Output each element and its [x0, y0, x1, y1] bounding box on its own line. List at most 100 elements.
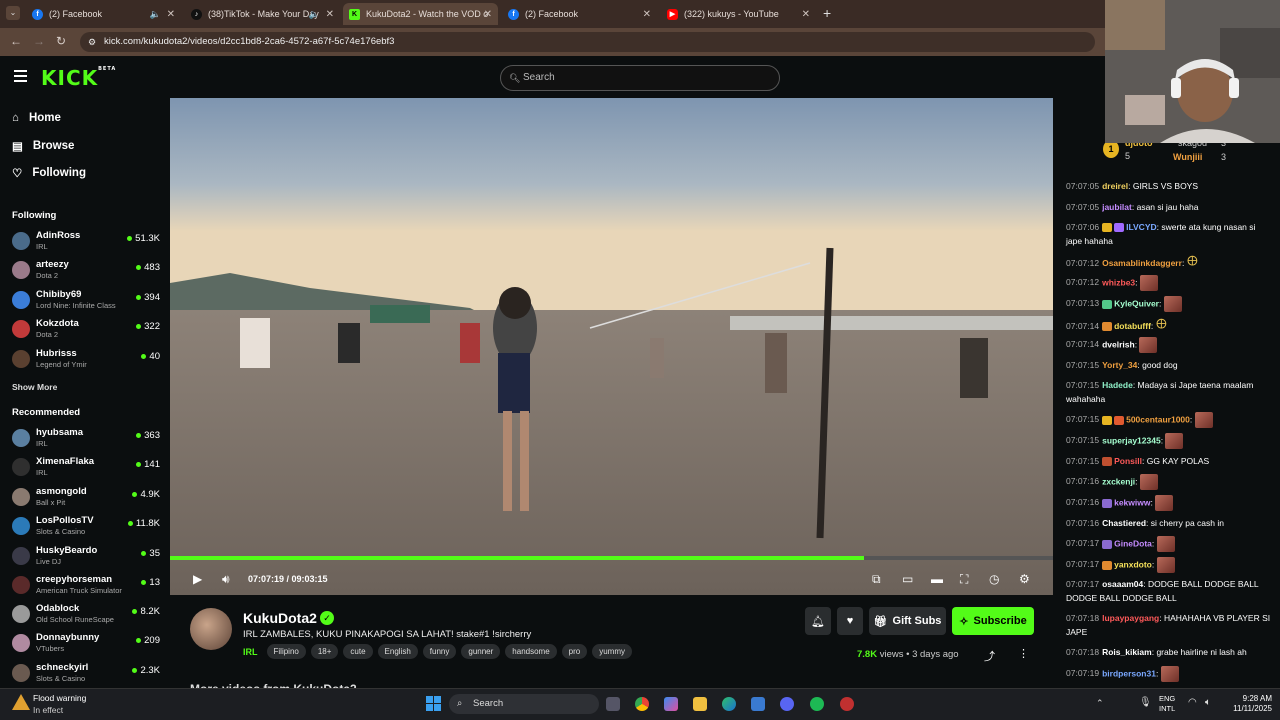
address-bar[interactable]: ⚙ kick.com/kukudota2/videos/d2cc1bd8-2ca…: [80, 32, 1095, 52]
chat-username[interactable]: GineDota: [1114, 538, 1152, 548]
file-explorer-icon[interactable]: [693, 697, 707, 711]
app-icon[interactable]: [840, 697, 854, 711]
recommended-channel[interactable]: asmongold Ball x Pit 4.9K: [12, 485, 160, 511]
chat-username[interactable]: Rois_kikiam: [1102, 647, 1152, 657]
volume-icon[interactable]: 🔊︎: [222, 572, 230, 587]
chat-username[interactable]: lupaypaygang: [1102, 613, 1159, 623]
channel-name[interactable]: KukuDota2: [243, 610, 317, 626]
close-tab-icon[interactable]: ✕: [167, 9, 175, 20]
chat-username[interactable]: whizbe3: [1102, 277, 1135, 287]
settings-gear-icon[interactable]: ⚙: [1019, 572, 1030, 586]
edge-icon[interactable]: [722, 697, 736, 711]
clock[interactable]: 9:28 AM 11/11/2025: [1222, 694, 1272, 714]
chat-username[interactable]: jaubilat: [1102, 202, 1132, 212]
speed-icon[interactable]: ◷: [989, 572, 999, 586]
task-view-icon[interactable]: [606, 697, 620, 711]
following-channel[interactable]: Chibiby69 Lord Nine: Infinite Class 394: [12, 288, 160, 314]
show-more-button[interactable]: Show More: [12, 382, 57, 392]
close-tab-icon[interactable]: ✕: [326, 9, 334, 20]
sound-icon[interactable]: 🔈: [309, 9, 320, 20]
chat-username[interactable]: Osamablinkdaggerr: [1102, 258, 1182, 268]
tag[interactable]: pro: [561, 644, 588, 659]
chat-username[interactable]: 500centaur1000: [1126, 414, 1190, 424]
browser-tab[interactable]: f (2) Facebook ✕: [502, 3, 657, 25]
recommended-channel[interactable]: Donnaybunny VTubers 209: [12, 631, 160, 657]
recommended-channel[interactable]: Odablock Old School RuneScape 8.2K: [12, 602, 160, 628]
recommended-channel[interactable]: schneckyirl Slots & Casino 2.3K: [12, 661, 160, 687]
recommended-channel[interactable]: creepyhorseman American Truck Simulator 13: [12, 573, 160, 599]
nav-browse[interactable]: ▤ Browse: [12, 139, 74, 153]
nav-following[interactable]: ♡ Following: [12, 166, 86, 180]
recommended-channel[interactable]: hyubsama IRL 363: [12, 426, 160, 452]
recommended-channel[interactable]: LosPollosTV Slots & Casino 11.8K: [12, 514, 160, 540]
wifi-icon[interactable]: ◠: [1188, 697, 1197, 708]
category-link[interactable]: IRL: [243, 647, 258, 657]
browser-tab-active[interactable]: K KukuDota2 - Watch the VOD o ✕: [343, 3, 498, 25]
share-icon[interactable]: ⤴: [984, 648, 995, 664]
store-icon[interactable]: [751, 697, 765, 711]
browser-tab[interactable]: ▶ (322) kukuys - YouTube ✕: [661, 3, 816, 25]
back-arrow-icon[interactable]: ←: [10, 34, 22, 48]
tag[interactable]: Filipino: [266, 644, 306, 659]
chat-username[interactable]: zxckenji: [1102, 476, 1135, 486]
channel-avatar[interactable]: [190, 608, 232, 650]
following-channel[interactable]: AdinRoss IRL 51.3K: [12, 229, 160, 255]
close-tab-icon[interactable]: ✕: [643, 9, 651, 20]
windows-start-icon[interactable]: [426, 696, 441, 711]
tag[interactable]: funny: [422, 644, 457, 659]
tag[interactable]: 18+: [310, 644, 339, 659]
chat-username[interactable]: Chastiered: [1102, 518, 1146, 528]
clip-icon[interactable]: ▭: [902, 572, 913, 586]
chat-username[interactable]: superjay12345: [1102, 435, 1161, 445]
chat-username[interactable]: Ponsill: [1114, 456, 1142, 466]
following-channel[interactable]: arteezy Dota 2 483: [12, 258, 160, 284]
forward-arrow-icon[interactable]: →: [33, 34, 45, 48]
chat-username[interactable]: Hadede: [1102, 380, 1133, 390]
nav-home[interactable]: ⌂ Home: [12, 112, 61, 124]
tag[interactable]: English: [377, 644, 418, 659]
notification-bell-button[interactable]: 🔔︎: [805, 607, 831, 635]
video-player[interactable]: [170, 98, 1053, 595]
chat-username[interactable]: ILVCYD: [1126, 222, 1157, 232]
muted-icon[interactable]: 🔈: [150, 9, 161, 20]
tag[interactable]: cute: [343, 644, 373, 659]
reload-icon[interactable]: ↻: [56, 34, 66, 48]
copilot-icon[interactable]: [664, 697, 678, 711]
lang-indicator[interactable]: ENG INTL: [1159, 694, 1175, 714]
chat-username[interactable]: dreirel: [1102, 181, 1128, 191]
chat-username[interactable]: kekwiww: [1114, 497, 1150, 507]
close-tab-icon[interactable]: ✕: [484, 9, 492, 20]
follow-heart-button[interactable]: ♥: [837, 607, 863, 635]
following-channel[interactable]: Kokzdota Dota 2 322: [12, 317, 160, 343]
fullscreen-icon[interactable]: ⛶: [960, 572, 968, 587]
search-input[interactable]: 🔍︎ Search: [500, 65, 780, 91]
spotify-icon[interactable]: [810, 697, 824, 711]
recommended-channel[interactable]: XimenaFlaka IRL 141: [12, 455, 160, 481]
chat-username[interactable]: dotabufff: [1114, 321, 1151, 331]
chat-username[interactable]: Yorty_34: [1102, 360, 1137, 370]
chat-username[interactable]: KyleQuiver: [1114, 298, 1159, 308]
browser-tab[interactable]: f (2) Facebook 🔈 ✕: [26, 3, 181, 25]
speaker-icon[interactable]: 🔈︎: [1205, 697, 1211, 708]
miniplayer-icon[interactable]: ⧉: [872, 572, 881, 587]
subscribe-button[interactable]: ✧ Subscribe: [952, 607, 1034, 635]
microphone-icon[interactable]: 🎙︎: [1139, 697, 1152, 708]
kick-logo[interactable]: KICKBETA: [41, 66, 116, 90]
close-tab-icon[interactable]: ✕: [802, 9, 810, 20]
new-tab-plus-icon[interactable]: +: [823, 5, 831, 21]
tab-list-dropdown[interactable]: ⌄: [6, 6, 20, 20]
taskbar-search[interactable]: ⌕ Search: [449, 694, 599, 714]
chat-username[interactable]: birdperson31: [1102, 668, 1156, 678]
tag[interactable]: handsome: [505, 644, 557, 659]
more-options-icon[interactable]: ⋮: [1018, 647, 1029, 660]
tag[interactable]: yummy: [592, 644, 632, 659]
chrome-icon[interactable]: [635, 697, 649, 711]
seek-bar[interactable]: [170, 556, 1053, 560]
browser-tab[interactable]: ♪ (38)TikTok - Make Your Day 🔈 ✕: [185, 3, 340, 25]
gift-subs-button[interactable]: 🎁︎ Gift Subs: [869, 607, 946, 635]
site-info-icon[interactable]: ⚙: [88, 32, 96, 52]
tray-chevron-icon[interactable]: ⌃: [1096, 698, 1104, 709]
play-icon[interactable]: ▶: [193, 572, 202, 586]
chat-username[interactable]: dvelrish: [1102, 339, 1135, 349]
recommended-channel[interactable]: HuskyBeardo Live DJ 35: [12, 544, 160, 570]
